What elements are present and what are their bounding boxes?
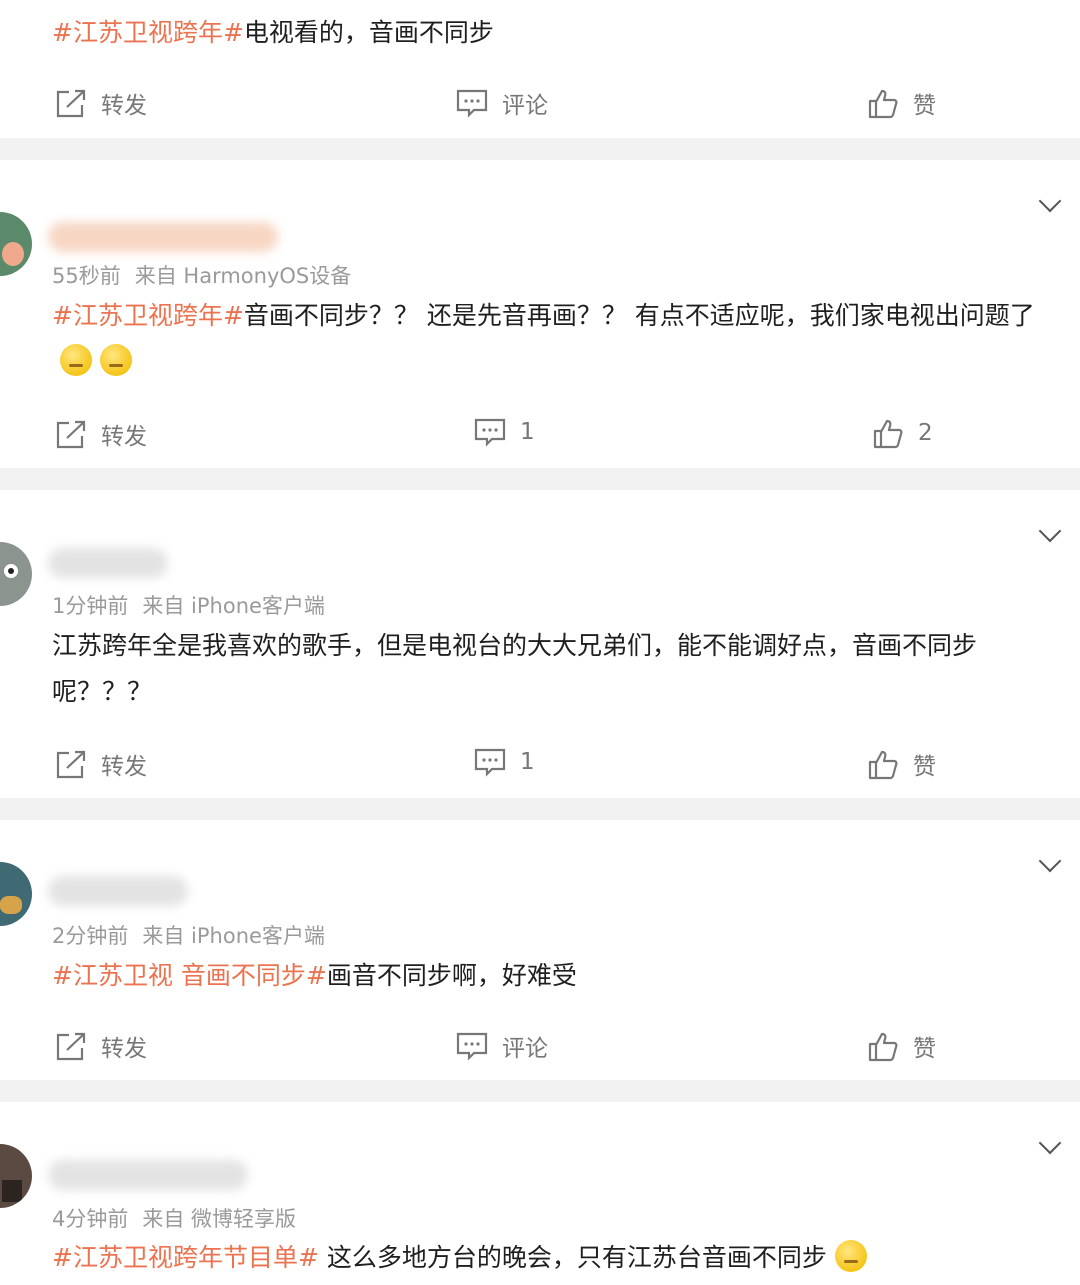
repost-icon <box>56 750 86 779</box>
thumbs-up-icon <box>868 89 898 119</box>
avatar[interactable] <box>0 542 32 606</box>
post-source: 来自 iPhone客户端 <box>142 594 325 618</box>
post-meta: 55秒前 来自 HarmonyOS设备 <box>52 260 351 290</box>
post-source: 来自 HarmonyOS设备 <box>134 264 352 288</box>
like-button[interactable]: 赞 <box>867 86 936 120</box>
divider <box>0 468 1080 490</box>
post-card: #江苏卫视跨年#电视看的，音画不同步 转发 评论 赞 <box>0 0 1080 138</box>
post-body: 音画不同步？？ 还是先音再画？？ 有点不适应呢，我们家电视出问题了 <box>243 301 1035 330</box>
post-card: 1分钟前 来自 iPhone客户端 江苏跨年全是我喜欢的歌手，但是电视台的大大兄弟… <box>0 490 1080 798</box>
post-time: 55秒前 <box>52 264 121 288</box>
emoji-icon <box>60 344 92 376</box>
divider <box>0 138 1080 160</box>
repost-button[interactable]: 转发 <box>55 86 147 120</box>
post-source: 来自 微博轻享版 <box>142 1207 297 1231</box>
post-body: 电视看的，音画不同步 <box>243 18 494 47</box>
post-meta: 2分钟前 来自 iPhone客户端 <box>52 920 325 950</box>
divider <box>0 798 1080 820</box>
username-blurred[interactable] <box>48 548 168 578</box>
repost-button[interactable]: 转发 <box>55 1029 147 1063</box>
thumbs-up-icon <box>868 1032 898 1062</box>
like-button[interactable]: 赞 <box>867 1029 936 1063</box>
post-text: #江苏卫视 音画不同步#画音不同步啊，好难受 <box>52 953 1062 999</box>
post-text: 江苏跨年全是我喜欢的歌手，但是电视台的大大兄弟们，能不能调好点，音画不同步呢？？… <box>52 623 1062 715</box>
repost-label: 转发 <box>101 93 147 119</box>
post-meta: 4分钟前 来自 微博轻享版 <box>52 1203 296 1233</box>
post-source: 来自 iPhone客户端 <box>142 924 325 948</box>
emoji-icon <box>834 1240 867 1272</box>
hashtag-link[interactable]: #江苏卫视跨年# <box>52 301 244 330</box>
like-button[interactable]: 赞 <box>867 747 936 781</box>
post-card: 4分钟前 来自 微博轻享版 #江苏卫视跨年节目单# 这么多地方台的晚会，只有江苏台… <box>0 1102 1080 1285</box>
like-count: 2 <box>918 420 933 446</box>
thumbs-up-icon <box>868 750 898 780</box>
like-label: 赞 <box>913 1036 936 1062</box>
like-label: 赞 <box>913 754 936 780</box>
hashtag-link[interactable]: #江苏卫视跨年# <box>52 18 244 47</box>
comment-icon <box>474 748 506 777</box>
post-time: 1分钟前 <box>52 594 129 618</box>
hashtag-link[interactable]: #江苏卫视跨年节目单# <box>52 1243 319 1272</box>
avatar[interactable] <box>0 212 32 276</box>
post-time: 4分钟前 <box>52 1207 129 1231</box>
like-button[interactable]: 2 <box>872 417 933 449</box>
post-meta: 1分钟前 来自 iPhone客户端 <box>52 590 325 620</box>
post-body: 江苏跨年全是我喜欢的歌手，但是电视台的大大兄弟们，能不能调好点，音画不同步呢？？… <box>52 631 978 706</box>
comment-count: 1 <box>520 419 535 445</box>
repost-button[interactable]: 转发 <box>55 747 147 781</box>
comment-button[interactable]: 评论 <box>456 1029 548 1063</box>
repost-icon <box>56 89 86 118</box>
post-card: 2分钟前 来自 iPhone客户端 #江苏卫视 音画不同步#画音不同步啊，好难受 … <box>0 820 1080 1080</box>
comment-icon <box>456 1032 488 1061</box>
comment-button[interactable]: 1 <box>474 747 535 777</box>
emoji-icon <box>100 344 132 376</box>
hashtag-link[interactable]: #江苏卫视 音画不同步# <box>52 961 327 990</box>
username-blurred[interactable] <box>48 222 278 252</box>
repost-label: 转发 <box>101 754 147 780</box>
repost-icon <box>56 1032 86 1061</box>
thumbs-up-icon <box>873 419 903 449</box>
comment-icon <box>456 89 488 118</box>
post-text: #江苏卫视跨年#电视看的，音画不同步 <box>52 10 1062 56</box>
repost-label: 转发 <box>101 424 147 450</box>
comment-count: 1 <box>520 749 535 775</box>
like-label: 赞 <box>913 93 936 119</box>
divider <box>0 1080 1080 1102</box>
post-body: 这么多地方台的晚会，只有江苏台音画不同步 <box>318 1243 827 1272</box>
repost-button[interactable]: 转发 <box>55 417 147 451</box>
post-card: 55秒前 来自 HarmonyOS设备 #江苏卫视跨年#音画不同步？？ 还是先音再… <box>0 160 1080 468</box>
chevron-down-icon[interactable] <box>1038 1131 1062 1155</box>
comment-button[interactable]: 评论 <box>456 86 548 120</box>
avatar[interactable] <box>0 862 32 926</box>
comment-label: 评论 <box>502 93 548 119</box>
chevron-down-icon[interactable] <box>1038 189 1062 213</box>
post-body: 画音不同步啊，好难受 <box>326 961 577 990</box>
chevron-down-icon[interactable] <box>1038 519 1062 543</box>
comment-label: 评论 <box>502 1036 548 1062</box>
username-blurred[interactable] <box>48 876 188 906</box>
username-blurred[interactable] <box>48 1160 248 1190</box>
comment-icon <box>474 418 506 447</box>
post-time: 2分钟前 <box>52 924 129 948</box>
avatar[interactable] <box>0 1144 32 1208</box>
repost-label: 转发 <box>101 1036 147 1062</box>
post-text: #江苏卫视跨年#音画不同步？？ 还是先音再画？？ 有点不适应呢，我们家电视出问题… <box>52 293 1062 385</box>
chevron-down-icon[interactable] <box>1038 849 1062 873</box>
repost-icon <box>56 420 86 449</box>
comment-button[interactable]: 1 <box>474 417 535 447</box>
post-text: #江苏卫视跨年节目单# 这么多地方台的晚会，只有江苏台音画不同步 <box>52 1235 1062 1281</box>
